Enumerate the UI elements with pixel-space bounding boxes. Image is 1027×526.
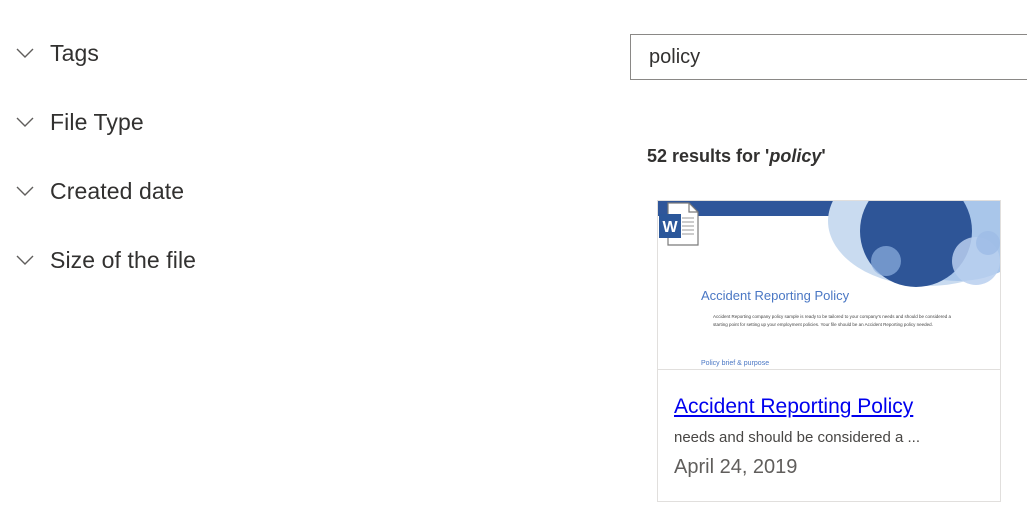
search-box bbox=[630, 34, 1027, 80]
filter-label: Size of the file bbox=[50, 246, 197, 273]
search-results-page: Tags File Type Created date Size of the … bbox=[0, 0, 1027, 526]
result-card[interactable]: Accident Reporting Policy Accident Repor… bbox=[657, 200, 1001, 502]
filter-tags[interactable]: Tags bbox=[14, 38, 99, 68]
document-thumbnail[interactable]: Accident Reporting Policy Accident Repor… bbox=[658, 201, 1000, 370]
result-title-link[interactable]: Accident Reporting Policy bbox=[674, 395, 913, 419]
filter-label: Created date bbox=[50, 177, 185, 204]
thumbnail-decoration bbox=[658, 201, 1000, 287]
results-count-suffix: ' bbox=[821, 146, 826, 166]
chevron-down-icon bbox=[16, 186, 34, 196]
chevron-down-icon bbox=[16, 48, 34, 58]
filter-file-size[interactable]: Size of the file bbox=[14, 245, 196, 275]
results-count-prefix: 52 results for ' bbox=[647, 146, 770, 166]
results-count: 52 results for 'policy' bbox=[647, 146, 826, 167]
thumbnail-doc-body: Accident Reporting company policy sample… bbox=[713, 314, 951, 327]
chevron-down-icon bbox=[16, 117, 34, 127]
svg-text:W: W bbox=[662, 219, 678, 236]
thumbnail-doc-title: Accident Reporting Policy bbox=[701, 288, 850, 303]
filter-created-date[interactable]: Created date bbox=[14, 176, 184, 206]
search-input[interactable] bbox=[649, 46, 1009, 69]
word-document-icon: W bbox=[659, 202, 699, 246]
thumbnail-doc-subheading: Policy brief & purpose bbox=[701, 360, 770, 367]
filter-label: Tags bbox=[50, 39, 99, 66]
filter-file-type[interactable]: File Type bbox=[14, 107, 144, 137]
result-date: April 24, 2019 bbox=[674, 456, 798, 478]
chevron-down-icon bbox=[16, 255, 34, 265]
results-query: policy bbox=[769, 146, 822, 166]
result-snippet: needs and should be considered a ... bbox=[674, 429, 921, 446]
filter-label: File Type bbox=[50, 108, 144, 135]
